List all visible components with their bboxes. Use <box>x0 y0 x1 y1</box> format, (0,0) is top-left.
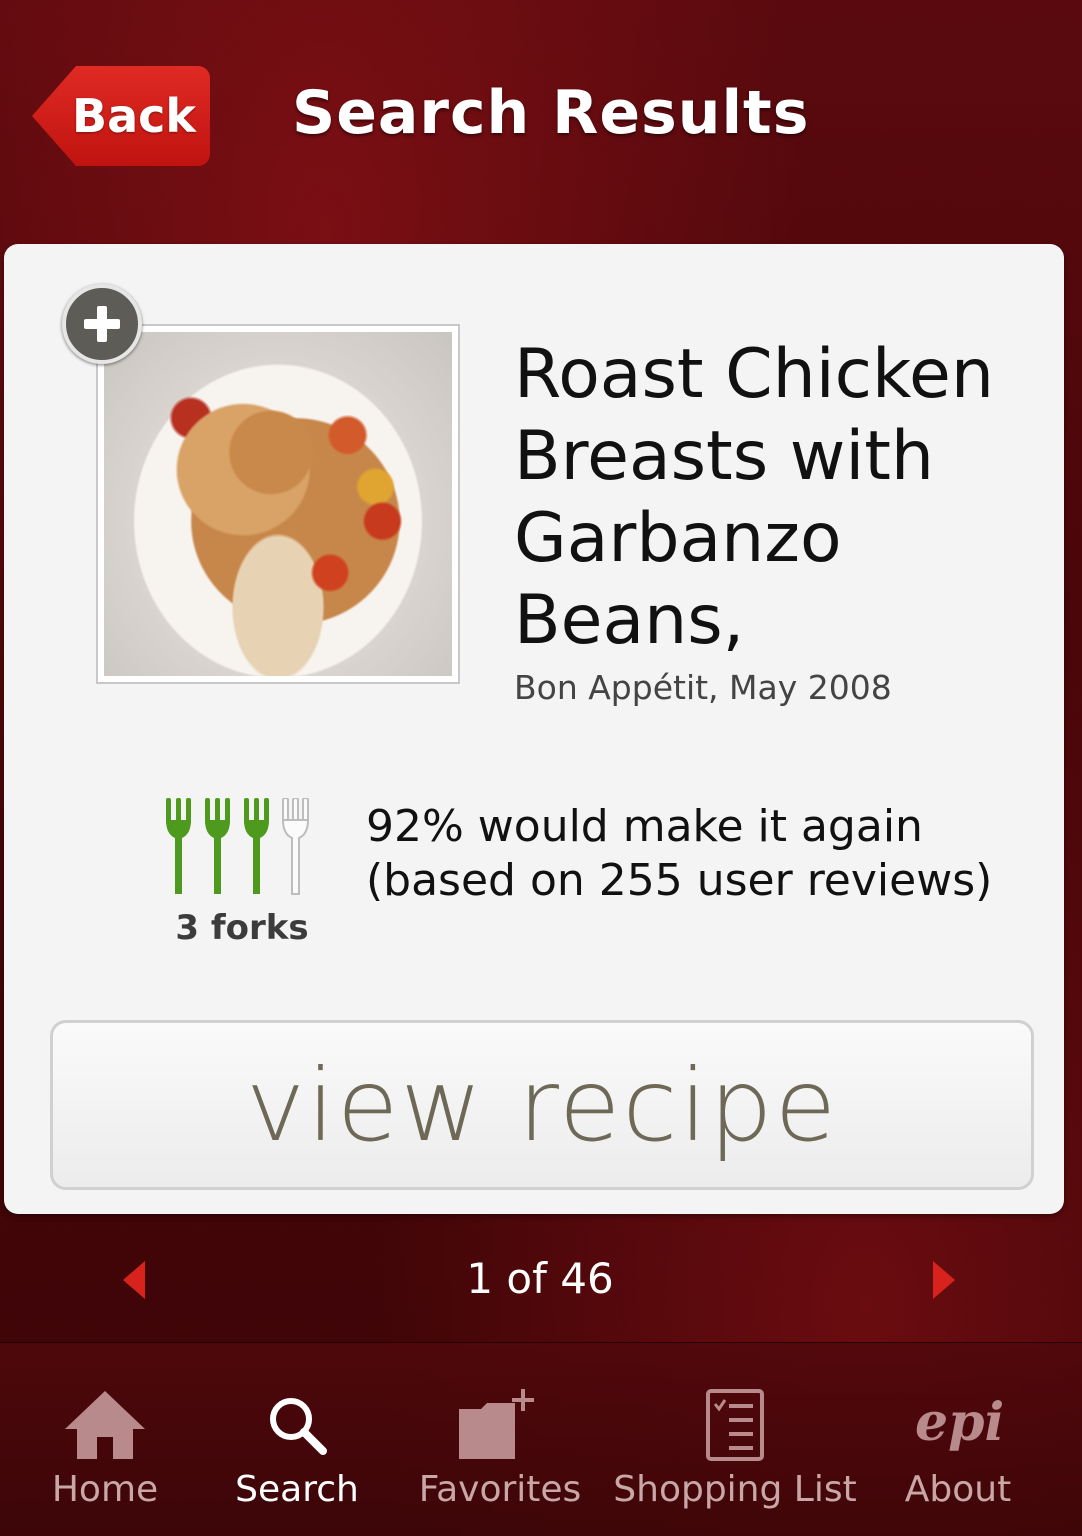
add-favorite-button[interactable] <box>62 284 142 364</box>
fork-rating <box>166 798 310 895</box>
review-count: (based on 255 user reviews) <box>366 855 993 906</box>
back-button-label: Back <box>72 89 196 143</box>
next-result-button[interactable] <box>924 1258 964 1302</box>
make-again-text: 92% would make it again (based on 255 us… <box>366 800 1046 908</box>
checklist-icon <box>706 1389 764 1461</box>
home-icon <box>65 1391 145 1459</box>
result-counter: 1 of 46 <box>466 1254 614 1303</box>
tab-search[interactable]: Search <box>232 1343 362 1536</box>
recipe-card: Roast Chicken Breasts with Garbanzo Bean… <box>4 244 1064 1214</box>
back-button[interactable]: Back <box>32 66 210 166</box>
tab-home[interactable]: Home <box>40 1343 170 1536</box>
tab-favorites[interactable]: Favorites <box>418 1343 582 1536</box>
recipe-source: Bon Appétit, May 2008 <box>514 668 892 707</box>
epi-logo-icon: epi <box>915 1392 1003 1453</box>
make-again-percent: 92% would make it again <box>366 801 923 852</box>
page-title: Search Results <box>292 78 810 148</box>
svg-text:epi: epi <box>915 1392 1003 1453</box>
tab-shopping-list-label: Shopping List <box>613 1469 857 1510</box>
fork-icon <box>244 798 269 894</box>
arrow-right-icon <box>933 1261 955 1299</box>
recipe-photo-image <box>104 332 452 676</box>
tab-search-label: Search <box>235 1469 359 1510</box>
plus-icon <box>84 306 120 342</box>
recipe-title[interactable]: Roast Chicken Breasts with Garbanzo Bean… <box>514 334 1034 662</box>
fork-empty-icon <box>281 798 310 895</box>
tab-favorites-label: Favorites <box>418 1469 582 1510</box>
fork-rating-label: 3 forks <box>175 908 309 948</box>
tab-about[interactable]: epi About <box>900 1343 1016 1536</box>
previous-result-button[interactable] <box>114 1258 154 1302</box>
recipe-photo[interactable] <box>96 324 460 684</box>
view-recipe-button[interactable]: view recipe <box>50 1020 1034 1190</box>
tab-home-label: Home <box>51 1469 159 1510</box>
fork-icon <box>205 798 230 894</box>
folder-plus-icon <box>459 1389 534 1459</box>
search-icon <box>270 1398 327 1455</box>
arrow-left-icon <box>123 1261 145 1299</box>
tab-bar: Home Search Favorites Shopping List epi … <box>0 1342 1082 1536</box>
tab-about-label: About <box>904 1469 1012 1510</box>
fork-icon <box>166 798 191 894</box>
tab-shopping-list[interactable]: Shopping List <box>613 1343 857 1536</box>
